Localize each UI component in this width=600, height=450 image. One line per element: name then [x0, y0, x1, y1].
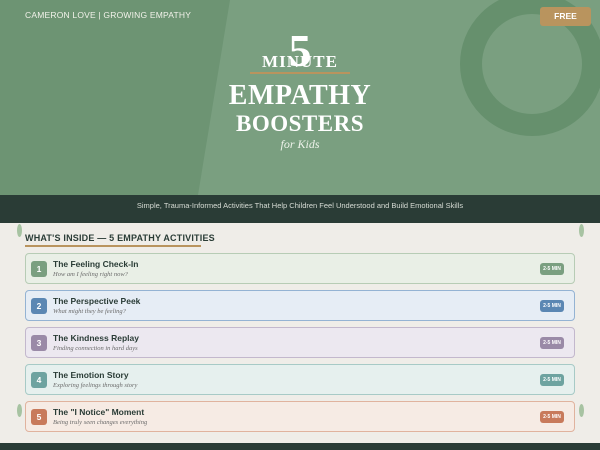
- duration-badge: 2-5 MIN: [540, 337, 564, 349]
- duration-badge: 2-5 MIN: [540, 374, 564, 386]
- activity-subtitle: Finding connection in hard days: [53, 345, 138, 352]
- subtitle-for-kids: for Kids: [280, 137, 320, 151]
- leaf-icon: [17, 404, 22, 417]
- activity-subtitle: How am I feeling right now?: [53, 271, 128, 278]
- activity-title: The "I Notice" Moment: [53, 407, 145, 417]
- leaf-icon: [579, 224, 584, 237]
- activity-card[interactable]: 5 The "I Notice" Moment Being truly seen c…: [25, 401, 575, 432]
- activity-title: The Kindness Replay: [53, 333, 139, 343]
- activity-title: The Emotion Story: [53, 370, 129, 380]
- activity-card[interactable]: 1 The Feeling Check-In How am I feeling ri…: [25, 253, 575, 284]
- activity-title: The Perspective Peek: [53, 296, 141, 306]
- duration-badge: 2-5 MIN: [540, 300, 564, 312]
- section-heading: WHAT'S INSIDE — 5 EMPATHY ACTIVITIES: [25, 233, 215, 243]
- activity-number: 1: [31, 261, 47, 277]
- leaf-icon: [579, 404, 584, 417]
- leaf-icon: [17, 224, 22, 237]
- activity-card[interactable]: 3 The Kindness Replay Finding connection i…: [25, 327, 575, 358]
- activity-number: 2: [31, 298, 47, 314]
- bottom-bar: [0, 443, 600, 450]
- activity-title: The Feeling Check-In: [53, 259, 139, 269]
- section-underline: [25, 245, 201, 247]
- activity-subtitle: Being truly seen changes everything: [53, 419, 148, 426]
- activity-card[interactable]: 2 The Perspective Peek What might they be …: [25, 290, 575, 321]
- hero-banner: CAMERON LOVE | GROWING EMPATHY FREE MINU…: [0, 0, 600, 195]
- five-number: 5: [288, 25, 312, 76]
- duration-badge: 2-5 MIN: [540, 411, 564, 423]
- tagline-band: Simple, Trauma-Informed Activities That …: [0, 195, 600, 223]
- activity-subtitle: What might they be feeling?: [53, 308, 126, 315]
- free-badge-button[interactable]: FREE: [540, 7, 591, 26]
- brand-label: CAMERON LOVE | GROWING EMPATHY: [25, 10, 192, 20]
- title-boosters: BOOSTERS: [236, 111, 364, 136]
- gold-divider: [250, 72, 350, 74]
- activity-number: 3: [31, 335, 47, 351]
- activity-number: 4: [31, 372, 47, 388]
- activity-card[interactable]: 4 The Emotion Story Exploring feelings thr…: [25, 364, 575, 395]
- activity-number: 5: [31, 409, 47, 425]
- activity-subtitle: Exploring feelings through story: [53, 382, 138, 389]
- title-empathy: EMPATHY: [228, 80, 372, 111]
- duration-badge: 2-5 MIN: [540, 263, 564, 275]
